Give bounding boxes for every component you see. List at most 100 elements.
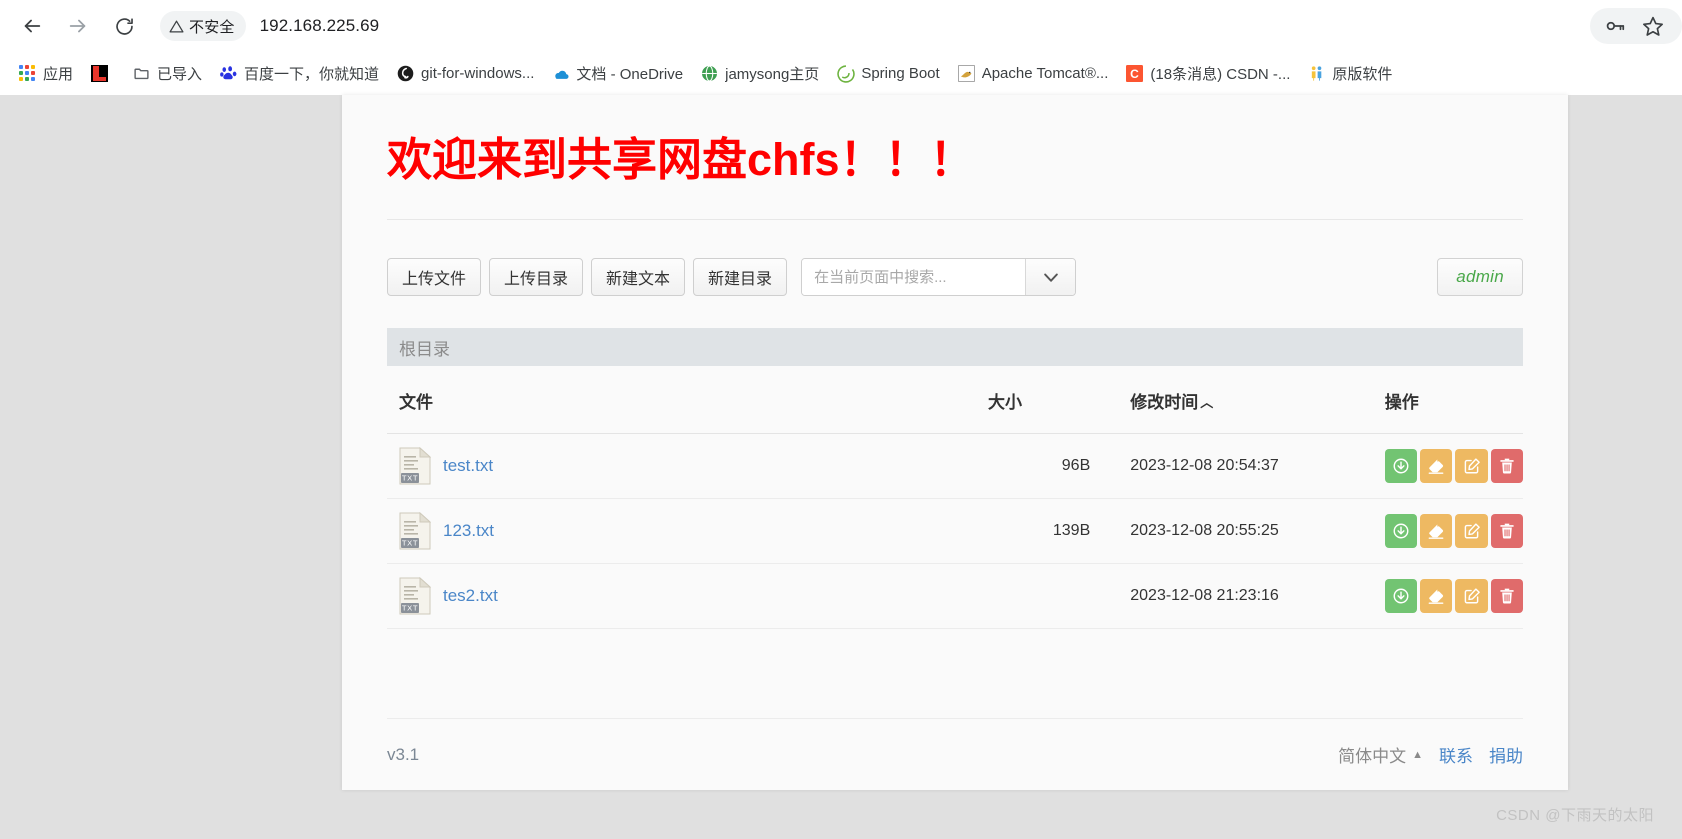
omnibox-actions	[1590, 8, 1682, 44]
l-red-icon	[91, 65, 109, 82]
delete-icon	[1498, 457, 1516, 475]
breadcrumb-current[interactable]: 根目录	[399, 335, 450, 360]
file-action-group	[1384, 579, 1524, 614]
bookmark-csdn[interactable]: C (18条消息) CSDN -...	[1117, 59, 1299, 89]
edit-button[interactable]	[1455, 514, 1488, 549]
key-icon[interactable]	[1604, 15, 1626, 37]
new-text-button[interactable]: 新建文本	[591, 258, 686, 297]
globe-icon	[701, 65, 718, 82]
reload-icon	[115, 17, 133, 35]
bookmark-baidu[interactable]: 百度一下，你就知道	[211, 59, 388, 89]
search-input[interactable]	[802, 259, 1026, 296]
file-mtime-cell: 2023-12-08 21:23:16	[1108, 563, 1369, 630]
search-group	[801, 258, 1077, 297]
file-action-group	[1384, 514, 1524, 549]
new-folder-button[interactable]: 新建目录	[693, 258, 788, 297]
txt-file-icon: TXT	[399, 577, 432, 615]
content-card: 欢迎来到共享网盘chfs！！！ 上传文件 上传目录 新建文本 新建目录 admi…	[342, 95, 1568, 790]
txt-file-icon: TXT	[399, 447, 432, 485]
donate-link[interactable]: 捐助	[1489, 742, 1523, 767]
download-icon	[1392, 457, 1410, 475]
bookmark-l-red[interactable]	[82, 59, 124, 89]
download-button[interactable]	[1384, 514, 1418, 549]
file-table-body: TXT test.txt 96B 2023-12-08 20:54:37 TXT …	[387, 433, 1524, 630]
bookmark-onedrive[interactable]: 文档 - OneDrive	[543, 59, 692, 89]
bookmark-label: 已导入	[157, 66, 203, 83]
upload-file-button[interactable]: 上传文件	[387, 258, 482, 297]
reload-button[interactable]	[104, 6, 144, 46]
browser-toolbar: 不安全 192.168.225.69	[0, 0, 1682, 52]
user-badge[interactable]: admin	[1437, 258, 1523, 297]
arrow-left-icon	[24, 19, 41, 33]
file-table: 文件 大小 修改时间 ︿ 操作 TXT test.txt 96B 2023-12-0…	[387, 366, 1524, 630]
warning-triangle-icon	[169, 20, 184, 32]
file-name-cell: TXT tes2.txt	[387, 563, 989, 630]
file-name-cell: TXT test.txt	[387, 433, 989, 500]
column-header-mtime[interactable]: 修改时间 ︿	[1108, 366, 1369, 435]
contact-link[interactable]: 联系	[1439, 742, 1473, 767]
edit-icon	[1463, 587, 1481, 605]
version-label: v3.1	[387, 744, 420, 764]
footer-links: 简体中文 ▲ 联系 捐助	[1338, 742, 1523, 767]
edit-icon	[1463, 457, 1481, 475]
edit-icon	[1463, 522, 1481, 540]
chevron-down-icon	[1043, 273, 1058, 282]
page-footer: v3.1 简体中文 ▲ 联系 捐助	[387, 718, 1523, 790]
bookmark-label: (18条消息) CSDN -...	[1150, 66, 1291, 83]
column-header-name[interactable]: 文件	[387, 366, 989, 435]
delete-button[interactable]	[1490, 449, 1524, 484]
edit-button[interactable]	[1455, 579, 1488, 614]
file-mtime-cell: 2023-12-08 20:54:37	[1108, 433, 1369, 500]
folder-icon	[133, 65, 150, 82]
back-button[interactable]	[12, 6, 52, 46]
caret-up-icon: ▲	[1412, 748, 1423, 761]
bookmark-label: jamysong主页	[725, 66, 820, 83]
download-button[interactable]	[1384, 449, 1418, 484]
rename-button[interactable]	[1420, 579, 1453, 614]
file-actions-cell	[1368, 563, 1524, 630]
bookmark-label: 百度一下，你就知道	[244, 66, 380, 83]
git-icon	[397, 65, 414, 82]
edit-button[interactable]	[1455, 449, 1488, 484]
column-header-size[interactable]: 大小	[988, 366, 1109, 435]
table-row: TXT tes2.txt 2023-12-08 21:23:16	[387, 563, 1524, 630]
rename-icon	[1427, 522, 1445, 540]
file-link[interactable]: 123.txt	[443, 521, 494, 541]
bookmark-apps[interactable]: 应用	[10, 59, 82, 89]
bookmark-label: 原版软件	[1332, 66, 1393, 83]
forward-button[interactable]	[58, 6, 98, 46]
bookmark-git-for-windows[interactable]: git-for-windows...	[388, 59, 543, 89]
baidu-icon	[220, 65, 237, 82]
column-header-ops: 操作	[1368, 366, 1523, 435]
bookmark-jamysong[interactable]: jamysong主页	[692, 59, 828, 89]
bookmark-label: Spring Boot	[861, 65, 940, 82]
bookmark-imported[interactable]: 已导入	[124, 59, 211, 89]
language-selector[interactable]: 简体中文 ▲	[1338, 742, 1423, 767]
rename-button[interactable]	[1420, 514, 1453, 549]
breadcrumb: 根目录	[387, 328, 1523, 367]
page-title: 欢迎来到共享网盘chfs！！！	[387, 134, 975, 185]
file-link[interactable]: tes2.txt	[443, 586, 498, 606]
delete-button[interactable]	[1490, 514, 1524, 549]
search-options-button[interactable]	[1025, 259, 1076, 296]
star-icon[interactable]	[1642, 15, 1664, 37]
rename-icon	[1427, 587, 1445, 605]
download-icon	[1392, 587, 1410, 605]
rename-button[interactable]	[1420, 449, 1453, 484]
bookmark-original-software[interactable]: 原版软件	[1299, 59, 1401, 89]
apps-grid-icon	[19, 65, 36, 82]
txt-file-icon: TXT	[399, 512, 432, 550]
people-icon	[1308, 65, 1325, 82]
download-button[interactable]	[1384, 579, 1418, 614]
watermark: CSDN @下雨天的太阳	[1496, 807, 1654, 824]
file-link[interactable]: test.txt	[443, 456, 493, 476]
delete-button[interactable]	[1490, 579, 1524, 614]
bookmark-spring-boot[interactable]: Spring Boot	[828, 59, 948, 89]
file-size-cell: 96B	[988, 433, 1109, 500]
address-bar[interactable]: 不安全 192.168.225.69	[158, 8, 1682, 44]
file-action-group	[1384, 449, 1524, 484]
delete-icon	[1498, 587, 1516, 605]
upload-folder-button[interactable]: 上传目录	[489, 258, 584, 297]
bookmark-apache-tomcat[interactable]: Apache Tomcat®...	[949, 59, 1118, 89]
security-status-chip[interactable]: 不安全	[160, 11, 246, 41]
